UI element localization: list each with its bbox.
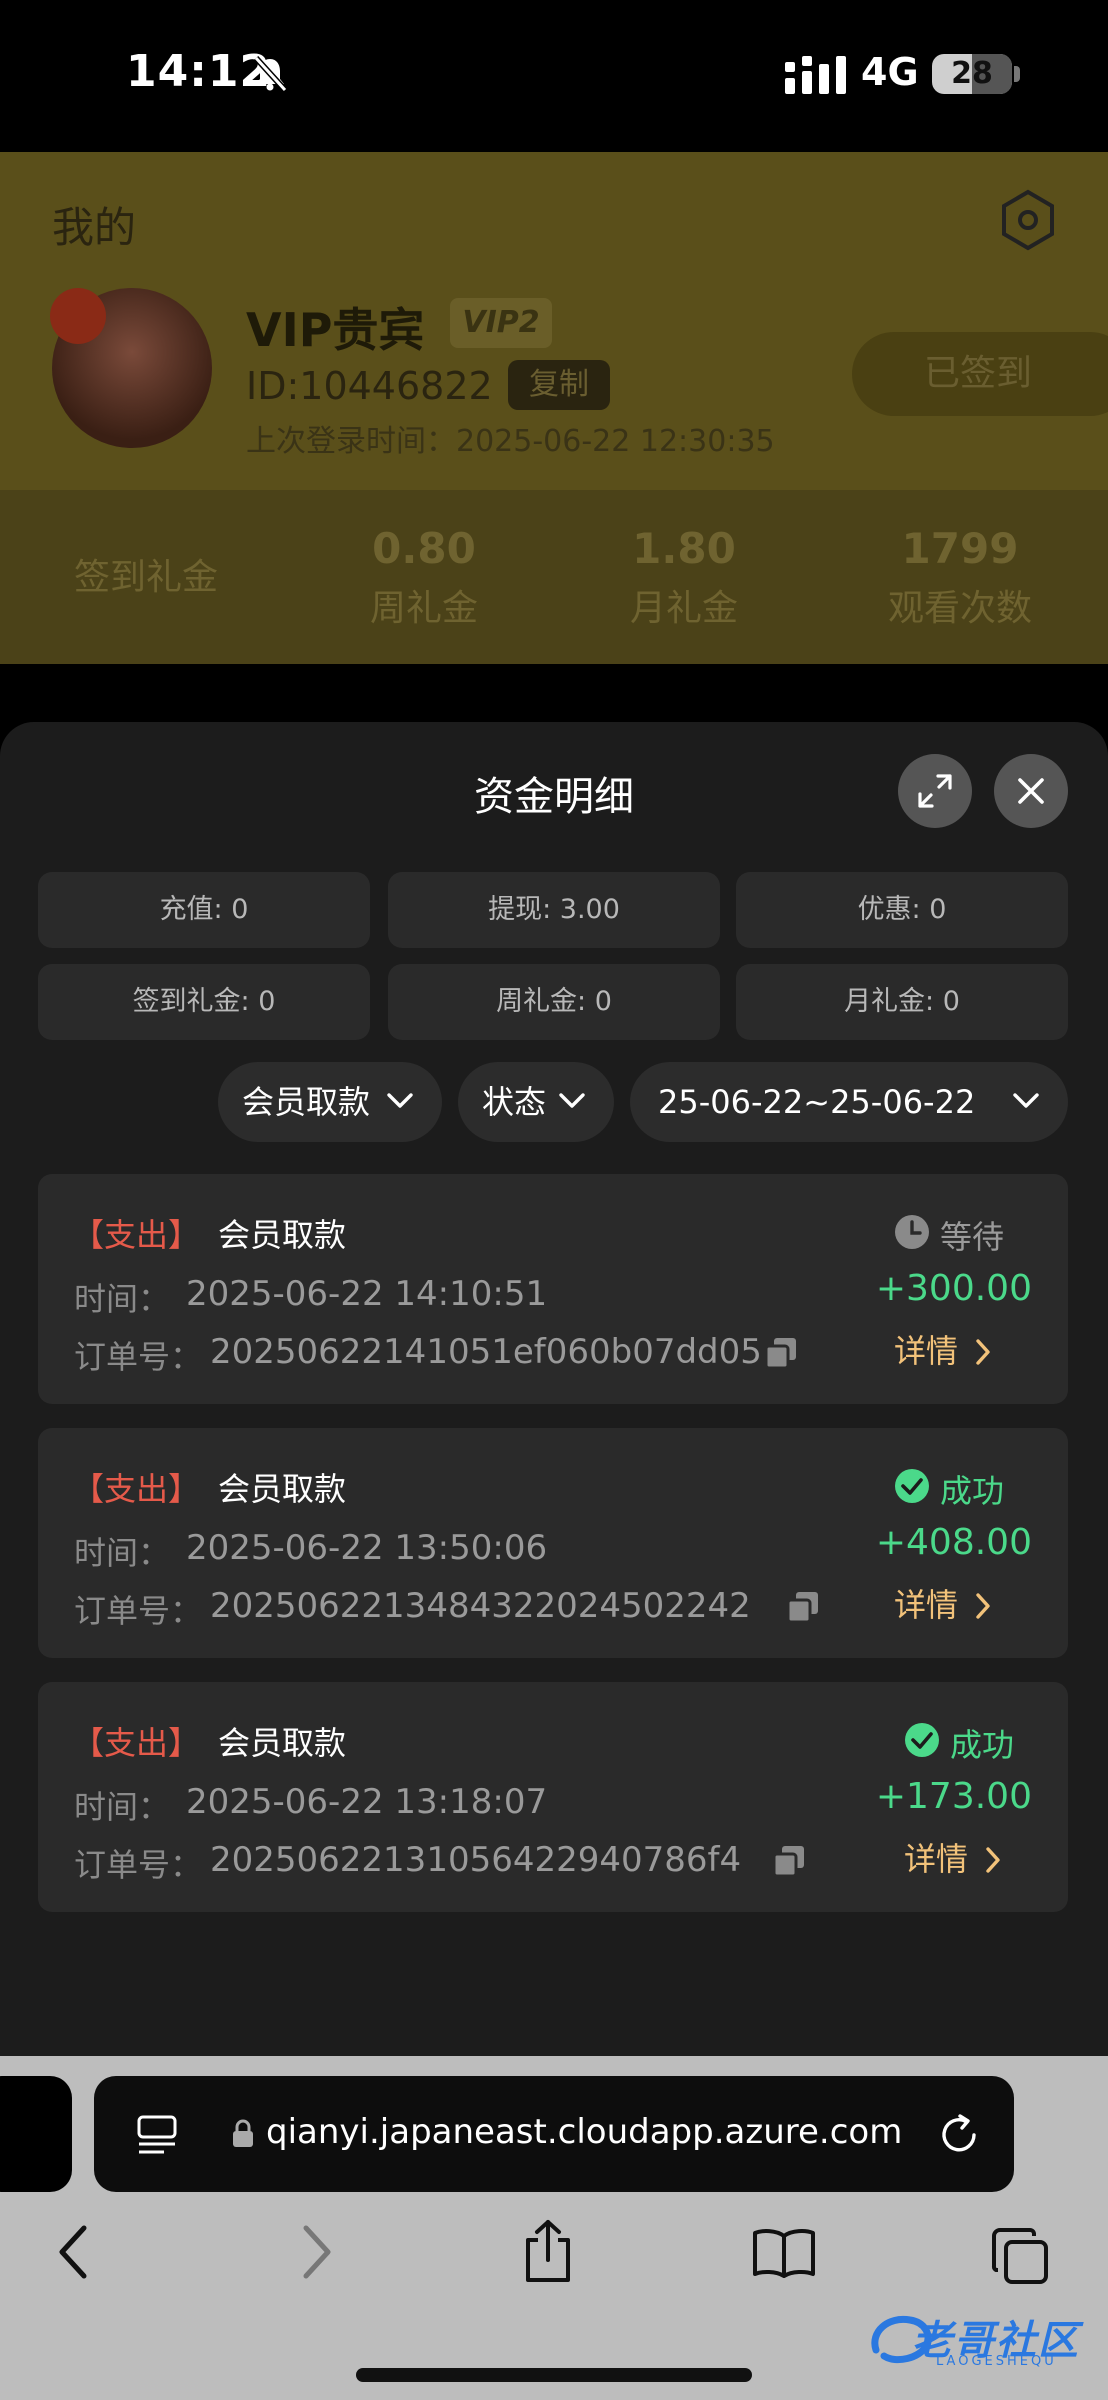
transaction-record[interactable]: 【支出】 会员取款 时间： 2025-06-22 13:18:07 订单号： 2… [38,1682,1068,1912]
sign-gift-label: 签到礼金 [74,557,219,598]
copy-icon[interactable] [764,1336,798,1370]
record-status: 成功 [940,1472,1005,1510]
record-time-label: 时间： [74,1534,171,1572]
lock-icon [233,2119,253,2147]
battery-level: 28 [951,56,993,91]
type-filter-dropdown[interactable]: 会员取款 [218,1062,442,1142]
browser-chrome: qianyi.japaneast.cloudapp.azure.com 老哥社区… [0,2056,1108,2400]
clock-icon [895,1215,929,1249]
transaction-record[interactable]: 【支出】 会员取款 时间： 2025-06-22 14:10:51 订单号： 2… [38,1174,1068,1404]
network-type: 4G [861,50,919,94]
summary-discount: 优惠: 0 [736,872,1068,948]
user-id: ID:10446822 [246,364,493,408]
summary-weekly-gift: 周礼金: 0 [388,964,720,1040]
record-order-label: 订单号： [74,1846,203,1884]
check-circle-icon [895,1469,929,1503]
copy-id-button: 复制 [508,360,610,410]
record-direction-tag: 【支出】 [72,1216,201,1254]
overlay-gap [0,664,1108,724]
close-icon [1018,778,1044,804]
record-detail-link[interactable]: 详情 [894,1580,958,1626]
record-time: 2025-06-22 13:50:06 [186,1528,548,1568]
stat-views: 1799 观看次数 [887,524,1032,629]
funds-detail-sheet: 资金明细 充值: 0 提现: 3.00 优惠: 0 签到礼金: 0 周礼金: 0… [0,722,1108,2056]
transaction-record[interactable]: 【支出】 会员取款 时间： 2025-06-22 13:50:06 订单号： 2… [38,1428,1068,1658]
reader-menu-icon[interactable] [136,2114,178,2156]
tabs-icon[interactable] [990,2226,1050,2286]
chevron-down-icon [387,1093,413,1108]
reload-icon[interactable] [936,2112,982,2158]
record-type: 会员取款 [218,1216,347,1254]
record-amount: +173.00 [875,1776,1032,1817]
record-order-number: 2025062213484322024502242 [210,1586,751,1626]
stat-monthly: 1.80 月礼金 [629,524,738,629]
url-text: qianyi.japaneast.cloudapp.azure.com [266,2112,903,2152]
type-filter-label: 会员取款 [242,1083,371,1121]
summary-recharge: 充值: 0 [38,872,370,948]
record-status: 成功 [950,1726,1015,1764]
record-status: 等待 [940,1218,1005,1256]
summary-withdraw: 提现: 3.00 [388,872,720,948]
record-type: 会员取款 [218,1470,347,1508]
record-time: 2025-06-22 13:18:07 [186,1782,548,1822]
watermark-subtext: LAOGESHEQU [936,2354,1057,2369]
back-icon[interactable] [56,2224,92,2280]
vip-badge: VIP2 [450,298,552,348]
check-circle-icon [905,1723,939,1757]
record-time-label: 时间： [74,1788,171,1826]
gift-stats-bar: 签到礼金 0.80 周礼金 1.80 月礼金 1799 观看次数 [0,490,1108,664]
record-time: 2025-06-22 14:10:51 [186,1274,548,1314]
chevron-down-icon [559,1093,585,1108]
chevron-right-icon [976,1339,990,1365]
status-filter-label: 状态 [482,1083,547,1121]
user-name: VIP贵宾 [246,303,425,357]
record-type: 会员取款 [218,1724,347,1762]
record-order-number: 20250622141051ef060b07dd05 [210,1332,762,1372]
date-range-dropdown[interactable]: 25-06-22~25-06-22 [630,1062,1068,1142]
record-order-number: 20250622131056422940786f4 [210,1840,742,1880]
chevron-right-icon [976,1593,990,1619]
signed-in-button: 已签到 [852,332,1108,416]
last-login-time: 上次登录时间：2025-06-22 12:30:35 [246,424,775,459]
date-range-label: 25-06-22~25-06-22 [658,1083,976,1121]
home-indicator[interactable] [356,2368,752,2382]
expand-button[interactable] [898,754,972,828]
record-order-label: 订单号： [74,1338,203,1376]
close-button[interactable] [994,754,1068,828]
flag-icon [50,288,106,344]
bookmarks-icon[interactable] [752,2228,816,2278]
copy-icon[interactable] [772,1844,806,1878]
record-amount: +300.00 [875,1268,1032,1309]
status-bar: 14:12 4G 28 [0,0,1108,152]
forward-icon[interactable] [298,2224,334,2280]
record-detail-link[interactable]: 详情 [894,1326,958,1372]
previous-tab-stub[interactable] [0,2076,72,2192]
profile-page-background: 我的 VIP贵宾 VIP2 ID:10446822 复制 上次登录时间：2025… [0,152,1108,664]
share-icon[interactable] [522,2218,574,2284]
record-order-label: 订单号： [74,1592,203,1630]
status-filter-dropdown[interactable]: 状态 [458,1062,614,1142]
muted-bell-icon [253,55,288,93]
record-direction-tag: 【支出】 [72,1724,201,1762]
copy-icon[interactable] [786,1590,820,1624]
summary-monthly-gift: 月礼金: 0 [736,964,1068,1040]
battery-nub [1014,66,1020,82]
settings-icon [1002,189,1054,251]
chevron-right-icon [986,1847,1000,1873]
record-detail-link[interactable]: 详情 [904,1834,968,1880]
record-amount: +408.00 [875,1522,1032,1563]
profile-page-title: 我的 [52,203,137,252]
cellular-signal-icon [785,56,846,94]
chevron-down-icon [1013,1093,1039,1108]
stat-weekly: 0.80 周礼金 [369,524,478,629]
battery-icon: 28 [932,54,1012,94]
summary-sign-gift: 签到礼金: 0 [38,964,370,1040]
record-time-label: 时间： [74,1280,171,1318]
record-direction-tag: 【支出】 [72,1470,201,1508]
address-bar[interactable]: qianyi.japaneast.cloudapp.azure.com [94,2076,1014,2192]
expand-icon [918,774,952,808]
watermark-logo: 老哥社区 LAOGESHEQU [866,2304,1096,2374]
